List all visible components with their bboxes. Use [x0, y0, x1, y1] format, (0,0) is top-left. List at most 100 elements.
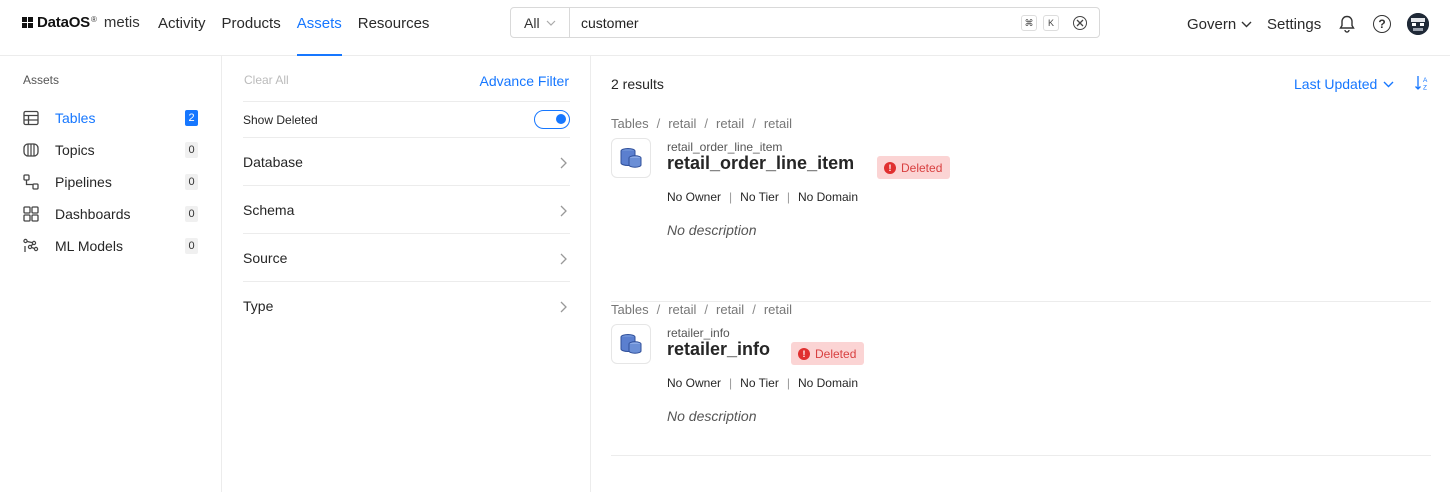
chevron-right-icon: [560, 157, 570, 168]
search-scope-value: All: [524, 14, 540, 31]
facet-database[interactable]: Database: [243, 138, 570, 186]
owner-value: No Owner: [667, 190, 722, 204]
deleted-badge: ! Deleted: [791, 342, 865, 365]
sidebar-item-label: Tables: [55, 110, 96, 126]
sidebar-item-pipelines[interactable]: Pipelines 0: [23, 170, 198, 194]
domain-value: No Domain: [797, 190, 858, 204]
bell-icon[interactable]: [1339, 15, 1355, 33]
breadcrumb-item[interactable]: Tables: [611, 302, 649, 317]
main-nav: Activity Products Assets Resources: [158, 0, 437, 56]
sidebar-item-ml-models[interactable]: ML Models 0: [23, 234, 198, 258]
count-badge: 2: [185, 110, 198, 126]
sort-label: Last Updated: [1294, 76, 1378, 92]
result-card[interactable]: Tables / retail / retail / retail retail_or…: [611, 116, 1431, 302]
count-badge: 0: [185, 238, 198, 254]
svg-text:A: A: [1423, 77, 1428, 84]
show-deleted-toggle[interactable]: [534, 110, 570, 129]
asset-fqn: retailer_info: [667, 326, 730, 340]
alert-icon: !: [798, 347, 810, 360]
sort-direction-icon[interactable]: AZ: [1414, 75, 1430, 92]
table-icon: [23, 110, 39, 126]
asset-name-link[interactable]: retailer_info: [667, 339, 770, 360]
nav-assets[interactable]: Assets: [289, 0, 350, 56]
chevron-down-icon: [1383, 81, 1394, 88]
results-panel: 2 results Last Updated AZ Tables / retail…: [591, 56, 1450, 492]
breadcrumb-item[interactable]: retail: [716, 116, 744, 131]
advance-filter-button[interactable]: Advance Filter: [480, 73, 569, 89]
tier-value: No Tier: [740, 376, 779, 390]
facet-type[interactable]: Type: [243, 282, 570, 330]
count-badge: 0: [185, 142, 198, 158]
help-icon[interactable]: ?: [1373, 15, 1391, 33]
clear-all-button[interactable]: Clear All: [244, 73, 289, 87]
sidebar-item-label: Topics: [55, 142, 95, 158]
clear-search-icon[interactable]: [1073, 16, 1087, 30]
breadcrumb-item[interactable]: retail: [716, 302, 744, 317]
facet-schema[interactable]: Schema: [243, 186, 570, 234]
asset-fqn: retail_order_line_item: [667, 140, 783, 154]
sidebar-heading: Assets: [23, 73, 60, 87]
sidebar-item-label: Dashboards: [55, 206, 131, 222]
asset-meta: No Owner | No Tier | No Domain: [667, 376, 858, 390]
facet-source[interactable]: Source: [243, 234, 570, 282]
chevron-right-icon: [560, 301, 570, 313]
breadcrumb: Tables / retail / retail / retail: [611, 116, 793, 131]
asset-description: No description: [667, 222, 757, 238]
chevron-right-icon: [560, 253, 570, 264]
badge-label: Deleted: [815, 346, 857, 361]
asset-name-link[interactable]: retail_order_line_item: [667, 153, 854, 174]
logo-product: metis: [103, 14, 140, 31]
app-logo[interactable]: DataOS ® metis: [22, 14, 140, 31]
breadcrumb: Tables / retail / retail / retail: [611, 302, 793, 317]
pipeline-icon: [23, 174, 39, 190]
breadcrumb-item[interactable]: retail: [668, 116, 696, 131]
sidebar-item-dashboards[interactable]: Dashboards 0: [23, 202, 198, 226]
svg-text:Z: Z: [1423, 85, 1427, 92]
filter-panel: Clear All Advance Filter Show Deleted Da…: [222, 56, 591, 492]
owner-value: No Owner: [667, 376, 722, 390]
logo-mark-icon: [22, 17, 33, 28]
global-search: All ⌘ K: [510, 7, 1100, 38]
chevron-down-icon: [1241, 21, 1252, 28]
domain-value: No Domain: [797, 376, 858, 390]
result-card[interactable]: Tables / retail / retail / retail retailer_…: [611, 302, 1431, 456]
search-scope-select[interactable]: All: [511, 8, 570, 37]
settings-link[interactable]: Settings: [1267, 0, 1321, 48]
sidebar-item-topics[interactable]: Topics 0: [23, 138, 198, 162]
breadcrumb-item[interactable]: Tables: [611, 116, 649, 131]
nav-products[interactable]: Products: [214, 0, 289, 56]
results-count: 2 results: [611, 76, 664, 92]
database-table-icon: [611, 324, 651, 364]
logo-registered-mark: ®: [91, 15, 97, 24]
search-input[interactable]: [581, 14, 1001, 31]
show-deleted-row: Show Deleted: [243, 101, 570, 138]
sidebar-item-label: Pipelines: [55, 174, 112, 190]
nav-resources[interactable]: Resources: [350, 0, 438, 56]
facet-label: Database: [243, 153, 303, 170]
sidebar-item-tables[interactable]: Tables 2: [23, 106, 198, 130]
breadcrumb-item[interactable]: retail: [764, 302, 792, 317]
alert-icon: !: [884, 161, 896, 174]
logo-brand: DataOS: [37, 14, 90, 31]
top-bar: DataOS ® metis Activity Products Assets R…: [0, 0, 1450, 56]
chevron-right-icon: [560, 205, 570, 216]
asset-description: No description: [667, 408, 757, 424]
tier-value: No Tier: [740, 190, 779, 204]
avatar[interactable]: [1407, 13, 1429, 35]
facet-label: Source: [243, 249, 288, 266]
chevron-down-icon: [546, 17, 556, 29]
asset-meta: No Owner | No Tier | No Domain: [667, 190, 858, 204]
govern-label: Govern: [1187, 15, 1237, 33]
show-deleted-label: Show Deleted: [243, 112, 318, 127]
breadcrumb-item[interactable]: retail: [764, 116, 792, 131]
shortcut-cmd-key: ⌘: [1021, 15, 1037, 31]
sort-select[interactable]: Last Updated: [1294, 76, 1394, 92]
asset-type-sidebar: Assets Tables 2 Topics 0 Pipelines 0 Das…: [0, 56, 222, 492]
deleted-badge: ! Deleted: [877, 156, 951, 179]
nav-activity[interactable]: Activity: [158, 0, 214, 56]
shortcut-k-key: K: [1043, 15, 1059, 31]
breadcrumb-item[interactable]: retail: [668, 302, 696, 317]
sidebar-item-label: ML Models: [55, 238, 123, 254]
badge-label: Deleted: [901, 160, 943, 175]
govern-menu[interactable]: Govern: [1187, 0, 1252, 48]
